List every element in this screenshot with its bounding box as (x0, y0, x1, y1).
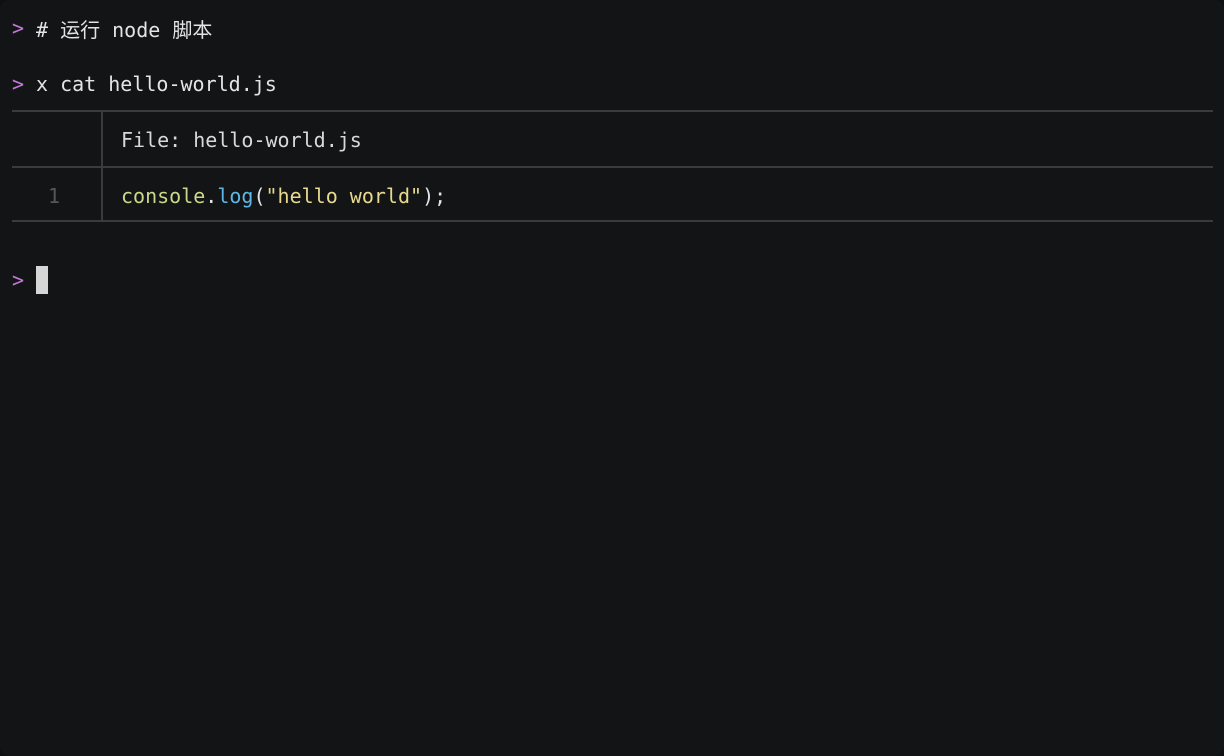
text-cursor (36, 266, 48, 294)
terminal-window[interactable]: > # 运行 node 脚本 > x cat hello-world.js Fi… (0, 0, 1224, 756)
token-method: log (217, 184, 254, 208)
token-object: console (121, 184, 206, 208)
code-line: console.log("hello world"); (121, 184, 446, 208)
file-header-row: File: hello-world.js (12, 112, 1213, 168)
prompt-symbol: > (12, 268, 25, 292)
prompt-symbol: > (12, 72, 25, 96)
command-text: x cat hello-world.js (36, 72, 277, 96)
file-output-table: File: hello-world.js 1 console.log("hell… (12, 110, 1213, 222)
code-row: 1 console.log("hello world"); (12, 166, 1213, 224)
token-close: ); (422, 184, 447, 208)
token-open-paren: ( (253, 184, 266, 208)
command-text: # 运行 node 脚本 (36, 17, 213, 42)
line-number: 1 (48, 184, 61, 208)
prompt-symbol: > (12, 16, 25, 40)
token-string: "hello world" (265, 184, 423, 208)
file-header: File: hello-world.js (121, 128, 362, 152)
token-dot: . (205, 184, 218, 208)
